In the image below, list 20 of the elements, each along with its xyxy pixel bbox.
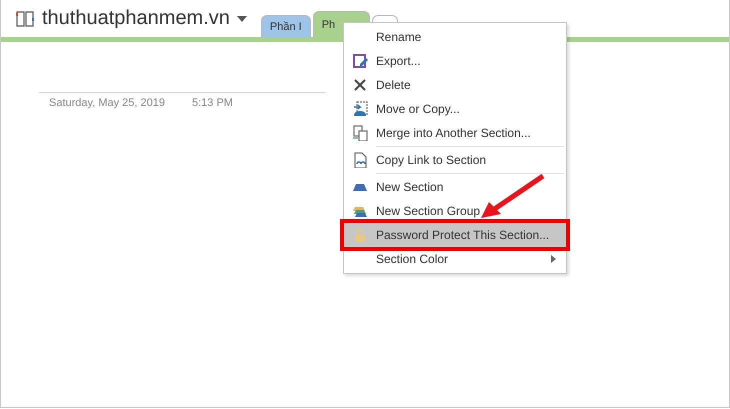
notebook-icon: [15, 10, 35, 28]
menu-item[interactable]: Merge into Another Section...: [344, 121, 566, 145]
menu-item[interactable]: Export...: [344, 49, 566, 73]
page-time: 5:13 PM: [192, 97, 233, 109]
link-icon: [352, 152, 368, 168]
move-icon: [352, 101, 368, 117]
menu-item[interactable]: New Section: [344, 175, 566, 199]
page-date: Saturday, May 25, 2019: [49, 97, 165, 109]
notebook-title[interactable]: thuthuatphanmem.vn: [42, 7, 230, 30]
menu-item[interactable]: Move or Copy...: [344, 97, 566, 121]
merge-icon: [352, 125, 368, 141]
menu-item[interactable]: Delete: [344, 73, 566, 97]
menu-item[interactable]: Copy Link to Section: [344, 148, 566, 172]
dropdown-caret-icon[interactable]: [236, 16, 247, 22]
lock-icon: [352, 227, 368, 243]
export-icon: [352, 53, 368, 69]
section-tab[interactable]: Phần I: [260, 15, 311, 37]
menu-item[interactable]: Section Color: [344, 247, 566, 271]
delete-icon: [352, 77, 368, 93]
menu-item[interactable]: New Section Group: [344, 199, 566, 223]
